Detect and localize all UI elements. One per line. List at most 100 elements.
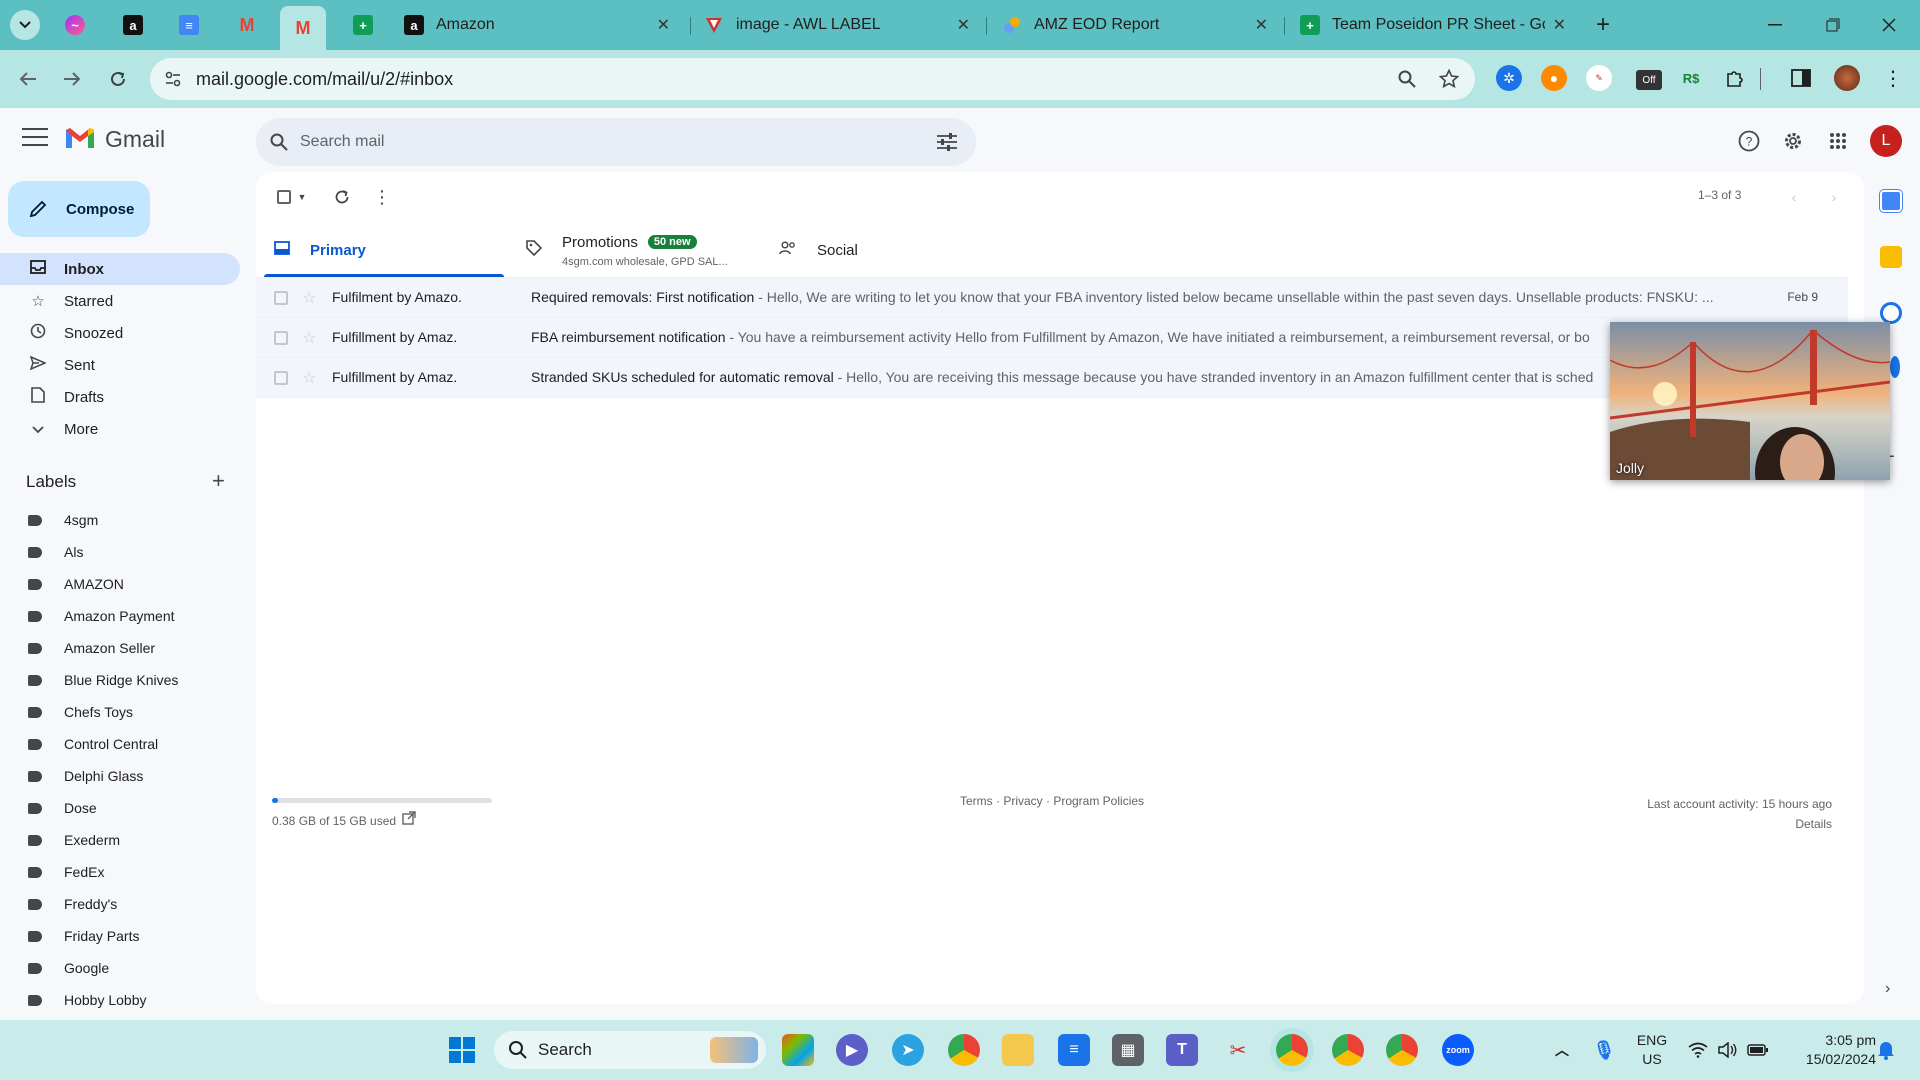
more-actions-icon[interactable]: ⋮ bbox=[370, 185, 394, 209]
star-icon[interactable]: ☆ bbox=[302, 368, 316, 388]
tab-team-poseidon-sheet[interactable]: + Team Poseidon PR Sheet - Goo ✕ bbox=[1288, 6, 1578, 44]
keep-app-icon[interactable] bbox=[1880, 246, 1902, 268]
newer-page-icon[interactable]: › bbox=[1822, 185, 1846, 209]
tasks-app-icon[interactable] bbox=[1880, 302, 1902, 324]
calculator-icon[interactable]: ▦ bbox=[1112, 1034, 1144, 1066]
pinned-tab-docs[interactable]: ≡ bbox=[166, 6, 212, 44]
telegram-icon[interactable]: ➤ bbox=[892, 1034, 924, 1066]
google-apps-icon[interactable] bbox=[1825, 128, 1851, 154]
email-row[interactable]: ☆ Fulfilment by Amazo. Required removals… bbox=[256, 278, 1848, 318]
language-indicator[interactable]: ENG US bbox=[1628, 1031, 1676, 1069]
nav-item-sent[interactable]: Sent bbox=[0, 349, 240, 381]
extension-icon-1[interactable]: ✲ bbox=[1496, 65, 1522, 91]
extension-off-badge[interactable]: Off bbox=[1636, 70, 1662, 90]
label-item[interactable]: Delphi Glass bbox=[0, 760, 240, 792]
settings-gear-icon[interactable] bbox=[1780, 128, 1806, 154]
select-dropdown-icon[interactable]: ▼ bbox=[290, 185, 314, 209]
nav-item-inbox[interactable]: Inbox bbox=[0, 253, 240, 285]
windows-start-icon[interactable] bbox=[446, 1034, 478, 1066]
search-options-icon[interactable] bbox=[936, 132, 958, 152]
extension-icon-3[interactable]: ✎ bbox=[1586, 65, 1612, 91]
row-checkbox[interactable] bbox=[274, 371, 288, 385]
close-icon[interactable]: ✕ bbox=[657, 15, 670, 35]
row-checkbox[interactable] bbox=[274, 291, 288, 305]
nav-item-more[interactable]: More bbox=[0, 413, 240, 445]
pinned-tab-gmail-active[interactable]: M bbox=[280, 6, 326, 50]
reload-button[interactable] bbox=[102, 63, 134, 95]
battery-icon[interactable] bbox=[1742, 1034, 1774, 1066]
label-item[interactable]: Friday Parts bbox=[0, 920, 240, 952]
tab-amazon[interactable]: a Amazon ✕ bbox=[392, 6, 682, 44]
tab-social[interactable]: Social bbox=[779, 222, 1009, 278]
notepad-icon[interactable]: ≡ bbox=[1058, 1034, 1090, 1066]
add-label-icon[interactable]: + bbox=[212, 468, 225, 494]
chevron-up-icon[interactable]: ︿ bbox=[1546, 1034, 1578, 1066]
gmail-logo-icon[interactable] bbox=[64, 126, 96, 150]
microphone-icon[interactable]: 🎙︎ bbox=[1588, 1034, 1620, 1066]
zoom-icon[interactable] bbox=[1396, 68, 1418, 90]
file-explorer-icon[interactable] bbox=[1002, 1034, 1034, 1066]
main-menu-icon[interactable] bbox=[22, 128, 48, 148]
tab-primary[interactable]: Primary bbox=[274, 222, 504, 278]
volume-icon[interactable] bbox=[1712, 1034, 1744, 1066]
label-item[interactable]: Chefs Toys bbox=[0, 696, 240, 728]
close-icon[interactable]: ✕ bbox=[1255, 15, 1268, 35]
teams-icon[interactable]: T bbox=[1166, 1034, 1198, 1066]
account-avatar[interactable]: L bbox=[1870, 125, 1902, 157]
label-item[interactable]: FedEx bbox=[0, 856, 240, 888]
row-checkbox[interactable] bbox=[274, 331, 288, 345]
label-item[interactable]: Control Central bbox=[0, 728, 240, 760]
close-window-button[interactable] bbox=[1866, 10, 1912, 40]
back-button[interactable] bbox=[12, 63, 44, 95]
pinned-tab-messenger[interactable]: ~ bbox=[52, 6, 98, 44]
label-item[interactable]: Dose bbox=[0, 792, 240, 824]
restore-button[interactable] bbox=[1810, 10, 1856, 40]
pinned-tab-gmail-1[interactable]: M bbox=[224, 6, 270, 44]
chrome-profile-active-icon[interactable] bbox=[1276, 1034, 1308, 1066]
more-vertical-icon[interactable]: ⋮ bbox=[1880, 65, 1906, 91]
close-icon[interactable]: ✕ bbox=[957, 15, 970, 35]
label-item[interactable]: Blue Ridge Knives bbox=[0, 664, 240, 696]
older-page-icon[interactable]: ‹ bbox=[1782, 185, 1806, 209]
footer-policy-links[interactable]: Terms · Privacy · Program Policies bbox=[960, 794, 1144, 808]
help-icon[interactable]: ? bbox=[1736, 128, 1762, 154]
pinned-tab-amazon[interactable]: a bbox=[110, 6, 156, 44]
profile-avatar-icon[interactable] bbox=[1834, 65, 1860, 91]
chrome-profile-l-icon[interactable] bbox=[1332, 1034, 1364, 1066]
clock[interactable]: 3:05 pm 15/02/2024 bbox=[1776, 1031, 1876, 1069]
site-info-icon[interactable] bbox=[164, 70, 182, 88]
label-item[interactable]: Als bbox=[0, 536, 240, 568]
label-item[interactable]: Amazon Payment bbox=[0, 600, 240, 632]
extensions-puzzle-icon[interactable] bbox=[1722, 65, 1748, 91]
extension-icon-2[interactable]: ● bbox=[1541, 65, 1567, 91]
nav-item-drafts[interactable]: Drafts bbox=[0, 381, 240, 413]
details-link[interactable]: Details bbox=[1647, 814, 1832, 834]
label-item[interactable]: Amazon Seller bbox=[0, 632, 240, 664]
video-app-icon[interactable]: ▶ bbox=[836, 1034, 868, 1066]
notification-bell-icon[interactable] bbox=[1870, 1034, 1902, 1066]
star-icon[interactable]: ☆ bbox=[302, 328, 316, 348]
nav-item-snoozed[interactable]: Snoozed bbox=[0, 317, 240, 349]
external-link-icon[interactable] bbox=[402, 811, 416, 828]
minimize-button[interactable] bbox=[1752, 10, 1798, 40]
show-side-panel-icon[interactable]: › bbox=[1885, 980, 1890, 998]
close-icon[interactable]: ✕ bbox=[1553, 15, 1566, 35]
nav-item-starred[interactable]: ☆ Starred bbox=[0, 285, 240, 317]
snipping-tool-icon[interactable]: ✂ bbox=[1222, 1034, 1254, 1066]
search-icon[interactable] bbox=[270, 133, 288, 151]
new-tab-button[interactable]: + bbox=[1588, 10, 1618, 40]
address-bar[interactable]: mail.google.com/mail/u/2/#inbox bbox=[150, 58, 1475, 100]
label-item[interactable]: AMAZON bbox=[0, 568, 240, 600]
taskbar-search[interactable]: Search bbox=[494, 1031, 766, 1069]
copilot-icon[interactable] bbox=[782, 1034, 814, 1066]
chrome-icon[interactable] bbox=[948, 1034, 980, 1066]
label-item[interactable]: Freddy's bbox=[0, 888, 240, 920]
calendar-app-icon[interactable] bbox=[1880, 190, 1902, 212]
bookmark-star-icon[interactable] bbox=[1438, 68, 1460, 90]
tab-search-button[interactable] bbox=[10, 10, 40, 40]
chrome-profile-j-icon[interactable] bbox=[1386, 1034, 1418, 1066]
video-call-overlay[interactable]: Jolly bbox=[1610, 322, 1890, 480]
contacts-app-icon[interactable] bbox=[1890, 356, 1900, 378]
label-item[interactable]: Exederm bbox=[0, 824, 240, 856]
wifi-icon[interactable] bbox=[1682, 1034, 1714, 1066]
